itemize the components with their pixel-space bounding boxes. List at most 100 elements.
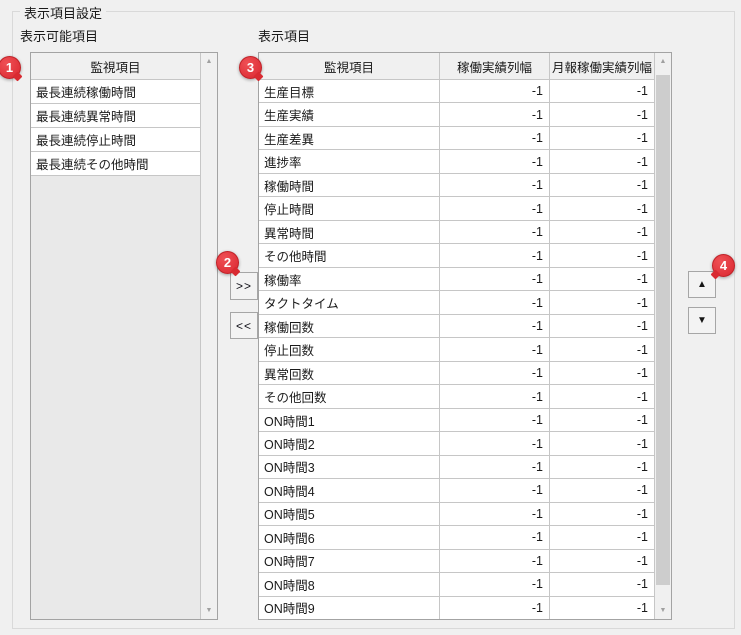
scroll-down-icon[interactable]: ▼ xyxy=(201,602,217,619)
table-row[interactable]: 停止回数 -1 -1 xyxy=(259,338,654,362)
table-cell-kadou-width[interactable]: -1 xyxy=(439,549,549,573)
table-cell-kadou-width[interactable]: -1 xyxy=(439,573,549,596)
table-row[interactable]: 進捗率 -1 -1 xyxy=(259,150,654,174)
table-cell-kadou-width[interactable]: -1 xyxy=(439,173,549,197)
column-header-kadou-width[interactable]: 稼働実績列幅 xyxy=(439,53,549,79)
table-row[interactable]: 稼働時間 -1 -1 xyxy=(259,173,654,198)
table-cell-geppou-width[interactable]: -1 xyxy=(549,291,654,314)
table-cell-name[interactable]: 生産差異 xyxy=(259,127,439,149)
table-cell-kadou-width[interactable]: -1 xyxy=(439,385,549,408)
table-row[interactable]: ON時間1 -1 -1 xyxy=(259,408,654,433)
table-cell-name[interactable]: その他時間 xyxy=(259,244,439,266)
table-cell-geppou-width[interactable]: -1 xyxy=(549,432,654,455)
table-cell-name[interactable]: 生産実績 xyxy=(259,103,439,125)
list-item[interactable]: 最長連続稼働時間 xyxy=(31,80,200,104)
scrollbar-thumb[interactable] xyxy=(656,75,670,585)
table-cell-name[interactable]: 進捗率 xyxy=(259,150,439,172)
table-cell-geppou-width[interactable]: -1 xyxy=(549,361,654,385)
table-cell-kadou-width[interactable]: -1 xyxy=(439,361,549,385)
table-cell-kadou-width[interactable]: -1 xyxy=(439,220,549,244)
available-table-scrollbar[interactable]: ▲ ▼ xyxy=(201,53,217,619)
table-cell-kadou-width[interactable]: -1 xyxy=(439,267,549,291)
table-cell-name[interactable]: ON時間2 xyxy=(259,432,439,454)
table-cell-name[interactable]: ON時間5 xyxy=(259,503,439,525)
table-cell-kadou-width[interactable]: -1 xyxy=(439,80,549,103)
table-cell-geppou-width[interactable]: -1 xyxy=(549,455,654,479)
table-cell-geppou-width[interactable]: -1 xyxy=(549,220,654,244)
table-cell-geppou-width[interactable]: -1 xyxy=(549,126,654,150)
table-cell-name[interactable]: 稼働時間 xyxy=(259,174,439,196)
table-cell-geppou-width[interactable]: -1 xyxy=(549,408,654,432)
table-cell-geppou-width[interactable]: -1 xyxy=(549,197,654,220)
table-cell-name[interactable]: ON時間4 xyxy=(259,479,439,501)
table-row[interactable]: その他回数 -1 -1 xyxy=(259,385,654,409)
table-row[interactable]: 異常回数 -1 -1 xyxy=(259,361,654,386)
table-cell-geppou-width[interactable]: -1 xyxy=(549,103,654,126)
selected-table-scrollbar[interactable]: ▲ ▼ xyxy=(655,53,671,619)
table-cell-geppou-width[interactable]: -1 xyxy=(549,267,654,291)
table-cell-kadou-width[interactable]: -1 xyxy=(439,150,549,173)
table-cell-geppou-width[interactable]: -1 xyxy=(549,502,654,526)
table-cell-name[interactable]: タクトタイム xyxy=(259,291,439,313)
table-cell-name[interactable]: ON時間7 xyxy=(259,550,439,572)
table-cell-kadou-width[interactable]: -1 xyxy=(439,291,549,314)
table-row[interactable]: ON時間7 -1 -1 xyxy=(259,549,654,574)
column-header-geppou-width[interactable]: 月報稼働実績列幅 xyxy=(549,53,654,79)
table-cell-name[interactable]: ON時間9 xyxy=(259,597,439,619)
table-cell-geppou-width[interactable]: -1 xyxy=(549,314,654,338)
table-cell-name[interactable]: 異常時間 xyxy=(259,221,439,243)
table-cell-kadou-width[interactable]: -1 xyxy=(439,244,549,267)
list-item[interactable]: 最長連続異常時間 xyxy=(31,104,200,128)
table-cell-name[interactable]: ON時間6 xyxy=(259,526,439,548)
table-cell-kadou-width[interactable]: -1 xyxy=(439,408,549,432)
table-row[interactable]: ON時間4 -1 -1 xyxy=(259,479,654,503)
table-row[interactable]: タクトタイム -1 -1 xyxy=(259,291,654,315)
column-header-monitor-item[interactable]: 監視項目 xyxy=(31,53,200,79)
table-row[interactable]: 稼働回数 -1 -1 xyxy=(259,314,654,339)
table-cell-kadou-width[interactable]: -1 xyxy=(439,596,549,619)
table-row[interactable]: 生産目標 -1 -1 xyxy=(259,80,654,104)
table-cell-geppou-width[interactable]: -1 xyxy=(549,244,654,267)
move-left-button[interactable]: << xyxy=(230,312,258,339)
table-row[interactable]: ON時間6 -1 -1 xyxy=(259,526,654,550)
table-cell-kadou-width[interactable]: -1 xyxy=(439,502,549,526)
table-cell-name[interactable]: ON時間3 xyxy=(259,456,439,478)
table-cell-kadou-width[interactable]: -1 xyxy=(439,479,549,502)
table-row[interactable]: ON時間2 -1 -1 xyxy=(259,432,654,456)
table-cell-kadou-width[interactable]: -1 xyxy=(439,432,549,455)
table-cell-kadou-width[interactable]: -1 xyxy=(439,197,549,220)
table-cell-name[interactable]: 停止回数 xyxy=(259,338,439,360)
table-row[interactable]: その他時間 -1 -1 xyxy=(259,244,654,268)
move-right-button[interactable]: >> xyxy=(230,272,258,300)
list-item[interactable]: 最長連続その他時間 xyxy=(31,152,200,176)
table-cell-name[interactable]: 稼働回数 xyxy=(259,315,439,337)
column-header-monitor-item[interactable]: 監視項目 xyxy=(259,53,439,79)
table-cell-kadou-width[interactable]: -1 xyxy=(439,126,549,150)
table-row[interactable]: 異常時間 -1 -1 xyxy=(259,220,654,245)
table-cell-name[interactable]: その他回数 xyxy=(259,385,439,407)
table-row[interactable]: ON時間8 -1 -1 xyxy=(259,573,654,597)
table-cell-geppou-width[interactable]: -1 xyxy=(549,338,654,361)
table-row[interactable]: ON時間3 -1 -1 xyxy=(259,455,654,480)
table-row[interactable]: 生産実績 -1 -1 xyxy=(259,103,654,127)
table-cell-geppou-width[interactable]: -1 xyxy=(549,596,654,619)
table-cell-geppou-width[interactable]: -1 xyxy=(549,479,654,502)
table-row[interactable]: 停止時間 -1 -1 xyxy=(259,197,654,221)
table-cell-geppou-width[interactable]: -1 xyxy=(549,549,654,573)
table-cell-geppou-width[interactable]: -1 xyxy=(549,526,654,549)
move-item-down-button[interactable]: ▼ xyxy=(688,307,716,334)
table-cell-name[interactable]: 停止時間 xyxy=(259,197,439,219)
scroll-up-icon[interactable]: ▲ xyxy=(201,53,217,70)
table-cell-name[interactable]: 生産目標 xyxy=(259,80,439,102)
table-cell-name[interactable]: ON時間1 xyxy=(259,409,439,431)
table-cell-name[interactable]: ON時間8 xyxy=(259,573,439,595)
table-cell-geppou-width[interactable]: -1 xyxy=(549,150,654,173)
table-row[interactable]: ON時間5 -1 -1 xyxy=(259,502,654,527)
table-row[interactable]: ON時間9 -1 -1 xyxy=(259,596,654,619)
table-cell-name[interactable]: 異常回数 xyxy=(259,362,439,384)
table-cell-kadou-width[interactable]: -1 xyxy=(439,338,549,361)
table-row[interactable]: 稼働率 -1 -1 xyxy=(259,267,654,292)
table-row[interactable]: 生産差異 -1 -1 xyxy=(259,126,654,151)
scroll-up-icon[interactable]: ▲ xyxy=(655,53,671,70)
table-cell-kadou-width[interactable]: -1 xyxy=(439,455,549,479)
